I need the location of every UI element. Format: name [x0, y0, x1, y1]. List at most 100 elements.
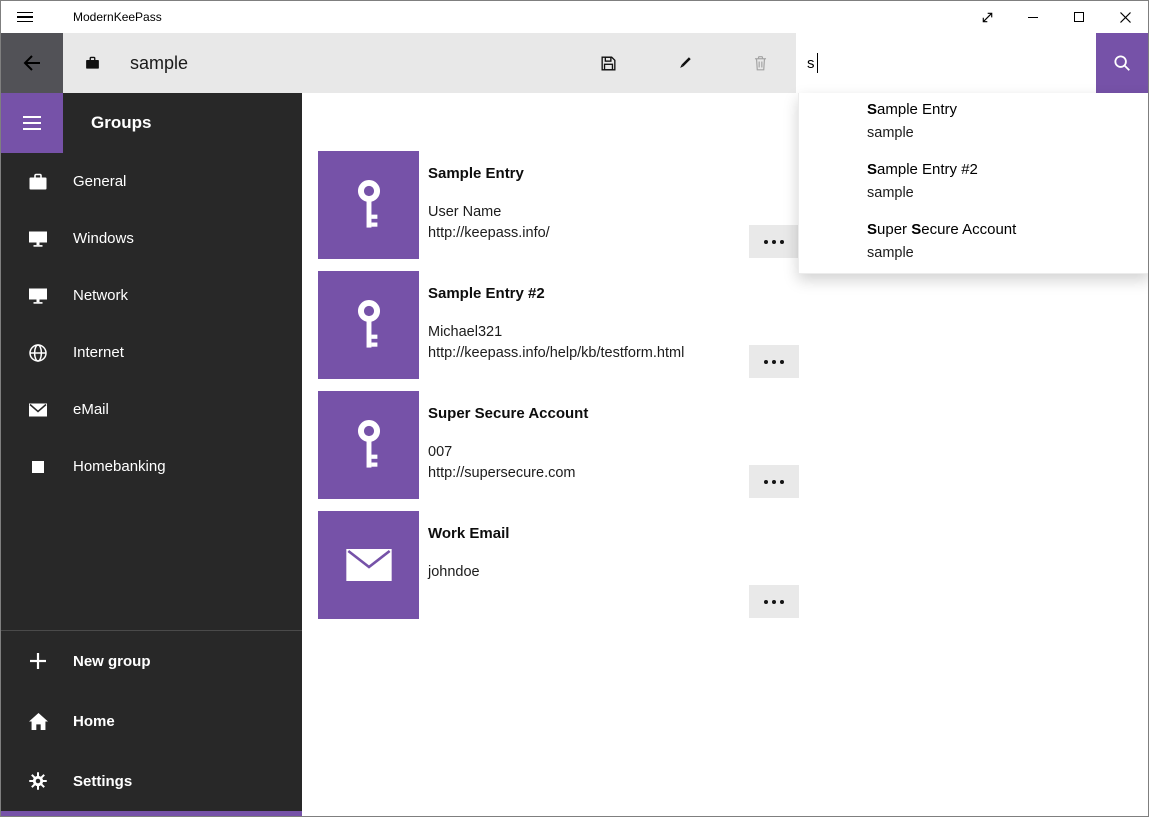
entry-title: Sample Entry — [428, 164, 799, 184]
search-button[interactable] — [1096, 33, 1148, 93]
resize-diagonal-icon — [980, 10, 995, 25]
ellipsis-icon — [764, 480, 768, 484]
entry-title: Super Secure Account — [428, 404, 799, 424]
database-name: sample — [130, 53, 188, 74]
home-icon — [25, 708, 51, 734]
suggestion-title: Super Secure Account — [867, 220, 1139, 240]
accent-strip — [1, 811, 302, 816]
entry-tile — [318, 151, 419, 259]
more-button[interactable] — [749, 225, 799, 258]
more-button[interactable] — [749, 465, 799, 498]
maximize-icon — [1074, 12, 1084, 22]
entry-tile — [318, 391, 419, 499]
entry-tile — [318, 271, 419, 379]
maximize-button[interactable] — [1056, 1, 1102, 33]
entry-row[interactable]: Sample Entry #2 Michael321 http://keepas… — [318, 271, 799, 379]
key-icon — [348, 296, 390, 354]
sidebar-item-general[interactable]: General — [1, 153, 302, 210]
globe-icon — [25, 340, 51, 366]
entry-url: http://supersecure.com — [428, 464, 799, 483]
sidebar-item-windows[interactable]: Windows — [1, 210, 302, 267]
window-controls — [964, 1, 1148, 33]
hamburger-icon — [23, 116, 41, 130]
back-button[interactable] — [1, 33, 63, 93]
edit-button[interactable] — [660, 33, 708, 93]
window-title: ModernKeePass — [73, 10, 162, 24]
close-button[interactable] — [1102, 1, 1148, 33]
sidebar-item-email[interactable]: eMail — [1, 381, 302, 438]
entry-row[interactable]: Work Email johndoe — [318, 511, 799, 619]
key-icon — [348, 176, 390, 234]
entry-row[interactable]: Sample Entry User Name http://keepass.in… — [318, 151, 799, 259]
entry-username: johndoe — [428, 563, 799, 582]
sidebar-item-internet[interactable]: Internet — [1, 324, 302, 381]
entry-text: Sample Entry #2 Michael321 http://keepas… — [428, 271, 799, 363]
minimize-icon — [1028, 17, 1038, 18]
gear-icon — [25, 768, 51, 794]
sidebar-item-label: Home — [73, 713, 115, 730]
search-box: s — [796, 33, 1148, 93]
trash-icon — [751, 54, 770, 73]
resize-diagonal-button[interactable] — [964, 1, 1010, 33]
sidebar-item-label: Internet — [73, 344, 124, 361]
entry-text: Sample Entry User Name http://keepass.in… — [428, 151, 799, 243]
ellipsis-icon — [764, 600, 768, 604]
close-icon — [1120, 12, 1131, 23]
more-button[interactable] — [749, 345, 799, 378]
pencil-icon — [675, 54, 694, 73]
suggestion-subtitle: sample — [867, 243, 1139, 263]
search-input-value: s — [807, 55, 815, 72]
entry-text: Super Secure Account 007 http://supersec… — [428, 391, 799, 483]
sidebar: Groups General — [1, 93, 302, 816]
sidebar-item-settings[interactable]: Settings — [1, 751, 302, 811]
search-input[interactable]: s — [796, 33, 1096, 93]
entry-title: Work Email — [428, 524, 799, 544]
ellipsis-icon — [764, 240, 768, 244]
entry-username: 007 — [428, 443, 799, 462]
entry-title: Sample Entry #2 — [428, 284, 799, 304]
group-list: General Windows — [1, 153, 302, 495]
suggestion-subtitle: sample — [867, 123, 1139, 143]
sidebar-item-homebanking[interactable]: Homebanking — [1, 438, 302, 495]
entry-list: Sample Entry User Name http://keepass.in… — [318, 151, 799, 631]
sidebar-header: Groups — [1, 93, 302, 153]
search-suggestions-panel: Sample Entry sample Sample Entry #2 samp… — [798, 93, 1149, 274]
key-icon — [348, 416, 390, 474]
plus-icon — [25, 648, 51, 674]
text-caret — [817, 53, 818, 73]
suggestion-subtitle: sample — [867, 183, 1139, 203]
search-suggestion[interactable]: Sample Entry sample — [799, 93, 1149, 153]
sidebar-item-label: General — [73, 173, 126, 190]
command-bar-actions — [584, 33, 784, 93]
menu-icon[interactable] — [17, 12, 33, 23]
groups-heading: Groups — [91, 113, 151, 133]
sidebar-item-home[interactable]: Home — [1, 691, 302, 751]
search-suggestion[interactable]: Sample Entry #2 sample — [799, 153, 1149, 213]
nav-toggle-button[interactable] — [1, 93, 63, 153]
minimize-button[interactable] — [1010, 1, 1056, 33]
delete-button[interactable] — [736, 33, 784, 93]
sidebar-footer: New group Home — [1, 630, 302, 811]
sidebar-item-label: Network — [73, 287, 128, 304]
entry-tile — [318, 511, 419, 619]
command-bar: sample — [1, 33, 1148, 93]
save-button[interactable] — [584, 33, 632, 93]
sidebar-item-label: New group — [73, 653, 151, 670]
entry-username: User Name — [428, 203, 799, 222]
save-icon — [599, 54, 618, 73]
ellipsis-icon — [764, 360, 768, 364]
magnifier-icon — [1112, 53, 1132, 73]
sidebar-item-new-group[interactable]: New group — [1, 631, 302, 691]
more-button[interactable] — [749, 585, 799, 618]
titlebar: ModernKeePass — [1, 1, 1148, 33]
entry-text: Work Email johndoe — [428, 511, 799, 582]
entry-row[interactable]: Super Secure Account 007 http://supersec… — [318, 391, 799, 499]
back-arrow-icon — [20, 51, 44, 75]
suggestion-title: Sample Entry #2 — [867, 160, 1139, 180]
monitor-icon — [25, 283, 51, 309]
search-suggestion[interactable]: Super Secure Account sample — [799, 213, 1149, 273]
sidebar-item-label: Homebanking — [73, 458, 166, 475]
sidebar-item-network[interactable]: Network — [1, 267, 302, 324]
briefcase-icon — [85, 56, 100, 70]
entry-username: Michael321 — [428, 323, 799, 342]
